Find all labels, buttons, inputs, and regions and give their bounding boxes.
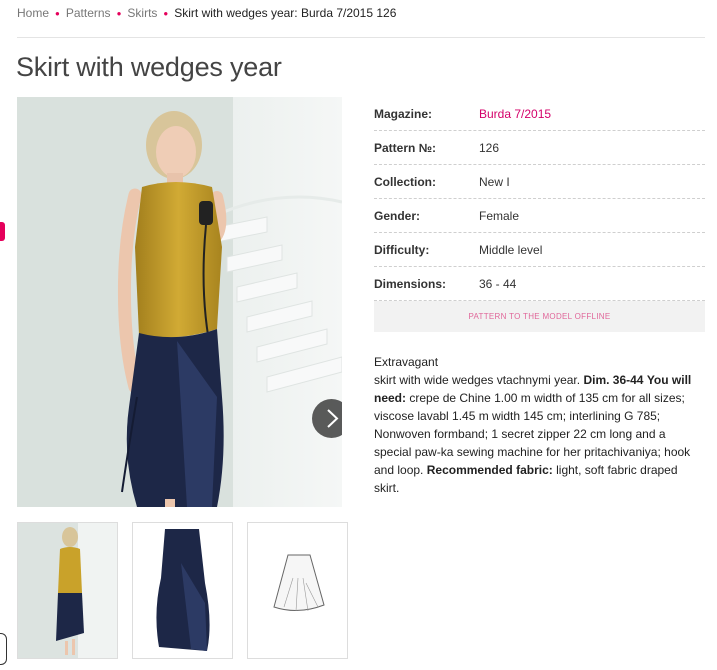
pattern-description: Extravagant skirt with wide wedges vtach… (374, 353, 706, 497)
breadcrumb-current: Skirt with wedges year: Burda 7/2015 126 (174, 6, 397, 20)
main-product-photo[interactable] (17, 97, 342, 507)
pattern-number-label: Pattern №: (374, 141, 437, 155)
thumbnail-model-photo[interactable] (17, 522, 118, 659)
pattern-offline-button[interactable]: PATTERN TO THE MODEL OFFLINE (374, 301, 705, 332)
collection-value: New I (479, 175, 510, 189)
breadcrumb-home[interactable]: Home (17, 6, 49, 20)
difficulty-value: Middle level (479, 243, 543, 257)
scroll-indicator (0, 633, 7, 665)
breadcrumb-skirts[interactable]: Skirts (127, 6, 157, 20)
magazine-label: Magazine: (374, 107, 433, 121)
breadcrumb-separator: ● (55, 9, 60, 18)
side-feedback-tab[interactable] (0, 222, 5, 241)
description-line1: Extravagant (374, 355, 439, 369)
collection-label: Collection: (374, 175, 436, 189)
detail-row-collection: Collection: New I (374, 165, 705, 199)
dimensions-label: Dimensions: (374, 277, 447, 291)
detail-row-magazine: Magazine: Burda 7/2015 (374, 97, 705, 131)
breadcrumb: Home ● Patterns ● Skirts ● Skirt with wedges y… (17, 6, 396, 20)
detail-row-gender: Gender: Female (374, 199, 705, 233)
description-fabric-label: Recommended fabric: (426, 463, 553, 477)
difficulty-label: Difficulty: (374, 243, 430, 257)
gender-label: Gender: (374, 209, 421, 223)
page-title: Skirt with wedges year (16, 52, 282, 82)
description-dim-label: Dim. 36-44 (583, 373, 644, 387)
dimensions-value: 36 - 44 (479, 277, 517, 291)
pattern-number-value: 126 (479, 141, 500, 155)
detail-row-difficulty: Difficulty: Middle level (374, 233, 705, 267)
detail-row-dimensions: Dimensions: 36 - 44 (374, 267, 705, 301)
breadcrumb-separator: ● (116, 9, 122, 18)
model-photo-image (17, 97, 342, 507)
pattern-details: Magazine: Burda 7/2015 Pattern №: 126 Co… (374, 97, 705, 301)
breadcrumb-patterns[interactable]: Patterns (66, 6, 111, 20)
breadcrumb-separator: ● (163, 9, 169, 18)
description-intro: skirt with wide wedges vtachnymi year. (374, 373, 581, 387)
magazine-link[interactable]: Burda 7/2015 (479, 107, 551, 121)
thumbnail-technical-drawing[interactable] (247, 522, 348, 659)
gender-value: Female (479, 209, 520, 223)
divider (17, 37, 705, 38)
detail-row-pattern-number: Pattern №: 126 (374, 131, 705, 165)
chevron-right-icon[interactable] (312, 399, 342, 438)
thumbnail-skirt-photo[interactable] (132, 522, 233, 659)
